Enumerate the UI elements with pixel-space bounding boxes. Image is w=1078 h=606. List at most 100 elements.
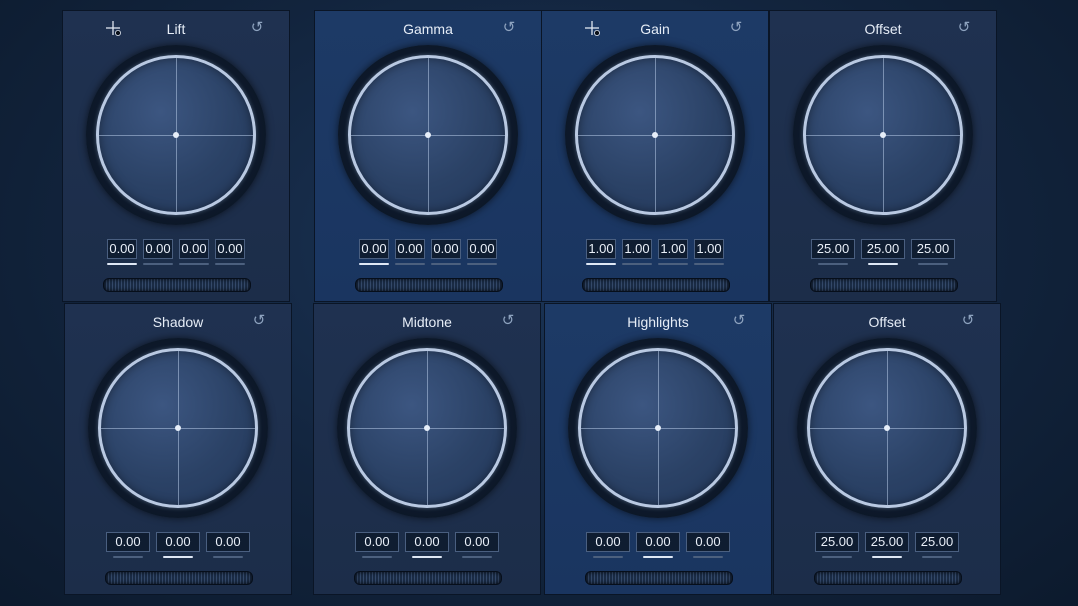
value-fields: 0.00 0.00 0.00 xyxy=(314,532,540,558)
color-wheel-ring[interactable] xyxy=(565,45,745,225)
value-slider-indicator[interactable] xyxy=(658,263,688,265)
reset-icon[interactable]: ↺ xyxy=(251,313,267,329)
color-wheel-ring[interactable] xyxy=(337,338,517,518)
value-slider-indicator[interactable] xyxy=(107,263,137,265)
wheel-center-handle[interactable] xyxy=(655,425,661,431)
wheel-center-handle[interactable] xyxy=(652,132,658,138)
value-slider-indicator[interactable] xyxy=(395,263,425,265)
panel-lift: Lift ↺ 0.00 0.00 0.00 0.00 xyxy=(62,10,290,302)
value-slider-indicator[interactable] xyxy=(694,263,724,265)
value-slider-indicator[interactable] xyxy=(922,556,952,558)
value-input[interactable]: 25.00 xyxy=(861,239,905,259)
value-input[interactable]: 0.00 xyxy=(206,532,250,552)
master-jog-wheel[interactable] xyxy=(354,571,502,585)
master-jog-wheel[interactable] xyxy=(814,571,962,585)
reset-icon[interactable]: ↺ xyxy=(500,313,516,329)
value-slider-indicator[interactable] xyxy=(163,556,193,558)
value-input[interactable]: 0.00 xyxy=(106,532,150,552)
value-slider-indicator[interactable] xyxy=(362,556,392,558)
color-wheel[interactable] xyxy=(575,55,735,215)
color-wheel-ring[interactable] xyxy=(86,45,266,225)
value-slider-indicator[interactable] xyxy=(143,263,173,265)
value-slider-indicator[interactable] xyxy=(622,263,652,265)
color-wheel[interactable] xyxy=(348,55,508,215)
color-wheel[interactable] xyxy=(98,348,258,508)
value-slider-indicator[interactable] xyxy=(467,263,497,265)
value-slider-indicator[interactable] xyxy=(693,556,723,558)
value-input[interactable]: 0.00 xyxy=(405,532,449,552)
value-input[interactable]: 0.00 xyxy=(156,532,200,552)
master-jog-wheel[interactable] xyxy=(585,571,733,585)
value-input[interactable]: 1.00 xyxy=(586,239,616,259)
value-input[interactable]: 0.00 xyxy=(143,239,173,259)
value-slider-indicator[interactable] xyxy=(179,263,209,265)
value-input[interactable]: 0.00 xyxy=(395,239,425,259)
color-wheel[interactable] xyxy=(96,55,256,215)
value-input[interactable]: 0.00 xyxy=(179,239,209,259)
value-input[interactable]: 0.00 xyxy=(636,532,680,552)
value-slider-indicator[interactable] xyxy=(918,263,948,265)
value-input[interactable]: 25.00 xyxy=(815,532,859,552)
value-slider-indicator[interactable] xyxy=(412,556,442,558)
color-wheel[interactable] xyxy=(347,348,507,508)
value-input[interactable]: 0.00 xyxy=(107,239,137,259)
value-input[interactable]: 1.00 xyxy=(694,239,724,259)
value-input[interactable]: 0.00 xyxy=(431,239,461,259)
value-input[interactable]: 1.00 xyxy=(658,239,688,259)
value-fields: 0.00 0.00 0.00 0.00 xyxy=(315,239,541,265)
value-input[interactable]: 25.00 xyxy=(811,239,855,259)
color-wheel-ring[interactable] xyxy=(338,45,518,225)
value-fields: 1.00 1.00 1.00 1.00 xyxy=(542,239,768,265)
reset-icon[interactable]: ↺ xyxy=(728,20,744,36)
value-input[interactable]: 0.00 xyxy=(467,239,497,259)
value-input[interactable]: 0.00 xyxy=(355,532,399,552)
value-slider-indicator[interactable] xyxy=(868,263,898,265)
reset-icon[interactable]: ↺ xyxy=(960,313,976,329)
color-wheel[interactable] xyxy=(807,348,967,508)
master-jog-wheel[interactable] xyxy=(810,278,958,292)
value-input[interactable]: 0.00 xyxy=(359,239,389,259)
value-slider-indicator[interactable] xyxy=(462,556,492,558)
value-input[interactable]: 0.00 xyxy=(455,532,499,552)
value-input[interactable]: 1.00 xyxy=(622,239,652,259)
value-slider-indicator[interactable] xyxy=(822,556,852,558)
wheel-center-handle[interactable] xyxy=(425,132,431,138)
wheel-center-handle[interactable] xyxy=(173,132,179,138)
wheel-center-handle[interactable] xyxy=(884,425,890,431)
value-slider-indicator[interactable] xyxy=(643,556,673,558)
wheel-center-handle[interactable] xyxy=(880,132,886,138)
reset-icon[interactable]: ↺ xyxy=(731,313,747,329)
value-input[interactable]: 25.00 xyxy=(865,532,909,552)
value-input[interactable]: 25.00 xyxy=(911,239,955,259)
master-jog-wheel[interactable] xyxy=(103,278,251,292)
wheel-center-handle[interactable] xyxy=(175,425,181,431)
color-wheel-ring[interactable] xyxy=(793,45,973,225)
value-slider-indicator[interactable] xyxy=(818,263,848,265)
reset-icon[interactable]: ↺ xyxy=(956,20,972,36)
value-slider-indicator[interactable] xyxy=(586,263,616,265)
value-field-group: 25.00 xyxy=(865,532,909,558)
master-jog-wheel[interactable] xyxy=(105,571,253,585)
master-jog-wheel[interactable] xyxy=(582,278,730,292)
value-field-group: 0.00 xyxy=(106,532,150,558)
color-wheel-ring[interactable] xyxy=(797,338,977,518)
reset-icon[interactable]: ↺ xyxy=(249,20,265,36)
value-slider-indicator[interactable] xyxy=(215,263,245,265)
master-jog-wheel[interactable] xyxy=(355,278,503,292)
reset-icon[interactable]: ↺ xyxy=(501,20,517,36)
value-input[interactable]: 0.00 xyxy=(586,532,630,552)
value-slider-indicator[interactable] xyxy=(359,263,389,265)
value-slider-indicator[interactable] xyxy=(593,556,623,558)
value-slider-indicator[interactable] xyxy=(213,556,243,558)
value-slider-indicator[interactable] xyxy=(431,263,461,265)
value-input[interactable]: 25.00 xyxy=(915,532,959,552)
value-slider-indicator[interactable] xyxy=(113,556,143,558)
color-wheel-ring[interactable] xyxy=(568,338,748,518)
color-wheel[interactable] xyxy=(578,348,738,508)
color-wheel-ring[interactable] xyxy=(88,338,268,518)
value-input[interactable]: 0.00 xyxy=(215,239,245,259)
value-input[interactable]: 0.00 xyxy=(686,532,730,552)
wheel-center-handle[interactable] xyxy=(424,425,430,431)
value-slider-indicator[interactable] xyxy=(872,556,902,558)
color-wheel[interactable] xyxy=(803,55,963,215)
